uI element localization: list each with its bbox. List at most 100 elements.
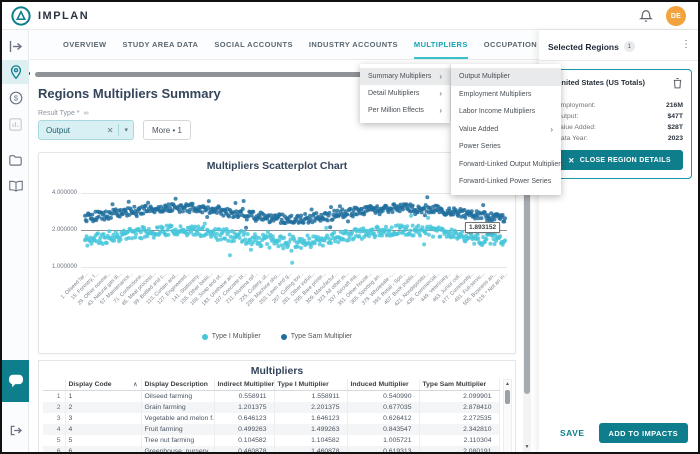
more-filters-button[interactable]: More • 1 xyxy=(143,120,191,140)
scatterplot-card: Multipliers Scatterplot Chart 4.000000 2… xyxy=(38,152,516,354)
submenu-arrow-icon: › xyxy=(550,124,553,134)
sidebar-book-icon[interactable] xyxy=(2,174,29,198)
cell-indirect: 0.460878 xyxy=(214,445,275,452)
column-header-induced-multiplier[interactable]: Induced Multiplier xyxy=(347,379,420,391)
region-card-title: United States (US Totals) xyxy=(556,78,646,87)
chart-legend: Type I Multiplier Type Sam Multiplier xyxy=(39,333,515,340)
chip-dropdown-icon[interactable]: ▾ xyxy=(119,126,133,134)
sidebar: $ xyxy=(2,30,29,452)
close-region-details-button[interactable]: ✕ CLOSE REGION DETAILS xyxy=(556,150,683,170)
cell-indirect: 0.104582 xyxy=(214,434,275,446)
sidebar-folder-icon[interactable] xyxy=(2,148,29,172)
multipliers-table-card: Multipliers Display Code ∧ Display Descrip… xyxy=(38,360,516,452)
table-row[interactable]: 5 5 Tree nut farming 0.104582 1.104582 1.0057… xyxy=(43,434,500,446)
cell-induced: 0.626412 xyxy=(347,412,420,424)
sort-asc-icon[interactable]: ∧ xyxy=(133,381,137,388)
menu-item-summary-2[interactable]: Per Million Effects › xyxy=(360,102,450,119)
sidebar-regions-pin-icon[interactable] xyxy=(2,60,29,84)
table-row[interactable]: 6 6 Greenhouse, nursery, ... 0.460878 1.4608… xyxy=(43,445,500,452)
cell-indirect: 0.499263 xyxy=(214,423,275,435)
table-row[interactable]: 1 1 Oilseed farming 0.558911 1.558911 0.54099… xyxy=(43,390,500,402)
chart-tooltip: 1.893152 xyxy=(465,222,501,233)
tab-study-area-data[interactable]: STUDY AREA DATA xyxy=(123,30,199,59)
panel-actions: SAVE ADD TO IMPACTS xyxy=(560,423,688,443)
scroll-down-arrow-icon[interactable]: ▼ xyxy=(523,444,531,450)
column-header-type-sam-multiplier[interactable]: Type Sam Multiplier xyxy=(419,379,500,391)
submenu-item-2[interactable]: Labor Income Multipliers xyxy=(451,103,561,121)
table-row[interactable]: 3 3 Vegetable and melon f... 0.646123 1.6461… xyxy=(43,412,500,424)
result-type-chip[interactable]: Output ✕ ▾ xyxy=(38,120,134,140)
cell-code: 1 xyxy=(65,390,142,402)
scatter-plot xyxy=(83,195,507,265)
region-card: United States (US Totals) Employment: 216… xyxy=(547,69,692,179)
menu-item-label: Power Series xyxy=(459,143,501,151)
cell-desc: Tree nut farming xyxy=(141,434,215,446)
menu-item-label: Detail Multipliers xyxy=(368,90,420,97)
submenu-item-0[interactable]: Output Multiplier xyxy=(451,68,561,86)
column-header-rownum xyxy=(43,379,66,391)
multipliers-table: Display Code ∧ Display Description Indirect… xyxy=(43,379,500,452)
table-scrollbar-thumb[interactable] xyxy=(505,390,510,404)
legend-dot-icon xyxy=(201,333,208,340)
chip-value: Output xyxy=(46,125,71,135)
submenu-item-5[interactable]: Forward-Linked Output Multipliers xyxy=(451,156,564,174)
menu-item-label: Forward-Linked Power Series xyxy=(459,178,552,186)
implan-logo-icon xyxy=(11,6,31,26)
multipliers-dropdown-menu: Summary Multipliers › Detail Multipliers › P… xyxy=(360,64,450,123)
cell-desc: Vegetable and melon f... xyxy=(141,412,215,424)
cell-type_sam: 2.110304 xyxy=(419,434,500,446)
sidebar-expand-icon[interactable] xyxy=(2,34,29,58)
save-button[interactable]: SAVE xyxy=(560,428,585,438)
column-header-type-i-multiplier[interactable]: Type I Multiplier xyxy=(274,379,348,391)
x-axis-labels: 1. Oilseed far... 15. Forestry, f... 29. O… xyxy=(39,271,517,321)
chat-widget-button[interactable] xyxy=(2,360,29,402)
submenu-item-6[interactable]: Forward-Linked Power Series xyxy=(451,173,561,191)
menu-item-label: Value Added xyxy=(459,125,499,133)
sidebar-chart-icon[interactable] xyxy=(2,112,29,136)
table-row[interactable]: 4 4 Fruit farming 0.499263 1.499263 0.843547 2… xyxy=(43,423,500,435)
top-bar: IMPLAN DE xyxy=(2,2,698,30)
column-header-display-code[interactable]: Display Code ∧ xyxy=(65,379,142,391)
submenu-item-4[interactable]: Power Series xyxy=(451,138,561,156)
delete-region-trash-icon[interactable] xyxy=(672,76,683,89)
cell-code: 4 xyxy=(65,423,142,435)
panel-kebab-menu-icon[interactable]: ⋮ xyxy=(681,39,691,50)
menu-item-label: Output Multiplier xyxy=(459,73,510,81)
submenu-item-3[interactable]: Value Added › xyxy=(451,121,561,139)
chip-remove-icon[interactable]: ✕ xyxy=(102,126,119,135)
notifications-bell-icon[interactable] xyxy=(638,9,654,23)
table-row[interactable]: 2 2 Grain farming 1.201375 2.201375 0.677035 2… xyxy=(43,401,500,413)
cell-type_i: 2.201375 xyxy=(274,401,348,413)
sidebar-logout-icon[interactable] xyxy=(2,418,29,442)
tab-multipliers[interactable]: MULTIPLIERS xyxy=(413,30,468,59)
tab-social-accounts[interactable]: SOCIAL ACCOUNTS xyxy=(214,30,293,59)
legend-item: Type I Multiplier xyxy=(201,333,261,340)
chat-bubble-icon xyxy=(8,374,23,388)
column-header-display-description[interactable]: Display Description xyxy=(141,379,215,391)
result-type-label: Result Type * ∞ xyxy=(38,110,89,117)
tab-overview[interactable]: OVERVIEW xyxy=(63,30,107,59)
menu-item-summary-1[interactable]: Detail Multipliers › xyxy=(360,85,450,102)
main-vertical-scrollbar[interactable]: ▼ xyxy=(523,150,531,452)
brand-name: IMPLAN xyxy=(38,10,90,22)
page-title: Regions Multipliers Summary xyxy=(38,86,221,101)
menu-item-summary-0[interactable]: Summary Multipliers › xyxy=(360,68,450,85)
selected-regions-panel: Selected Regions 1 ⋮ United States (US T… xyxy=(539,30,698,452)
row-number: 3 xyxy=(43,412,66,424)
tab-industry-accounts[interactable]: INDUSTRY ACCOUNTS xyxy=(309,30,398,59)
sidebar-dollar-icon[interactable]: $ xyxy=(2,86,29,110)
cell-type_i: 1.646123 xyxy=(274,412,348,424)
submenu-arrow-icon: › xyxy=(439,89,442,98)
column-header-indirect-multiplier[interactable]: Indirect Multiplier xyxy=(214,379,275,391)
cell-code: 2 xyxy=(65,401,142,413)
user-avatar[interactable]: DE xyxy=(666,6,686,26)
region-stat-1: Output: $47T xyxy=(556,113,683,120)
submenu-item-1[interactable]: Employment Multipliers xyxy=(451,86,561,104)
horizontal-scrollbar[interactable] xyxy=(35,72,369,77)
cell-indirect: 0.646123 xyxy=(214,412,275,424)
table-scroll-up-icon[interactable]: ▲ xyxy=(504,381,511,387)
table-vertical-scrollbar[interactable]: ▲ ▼ xyxy=(503,379,512,452)
region-stat-3: Data Year: 2023 xyxy=(556,135,683,142)
add-to-impacts-button[interactable]: ADD TO IMPACTS xyxy=(598,423,688,443)
row-number: 5 xyxy=(43,434,66,446)
